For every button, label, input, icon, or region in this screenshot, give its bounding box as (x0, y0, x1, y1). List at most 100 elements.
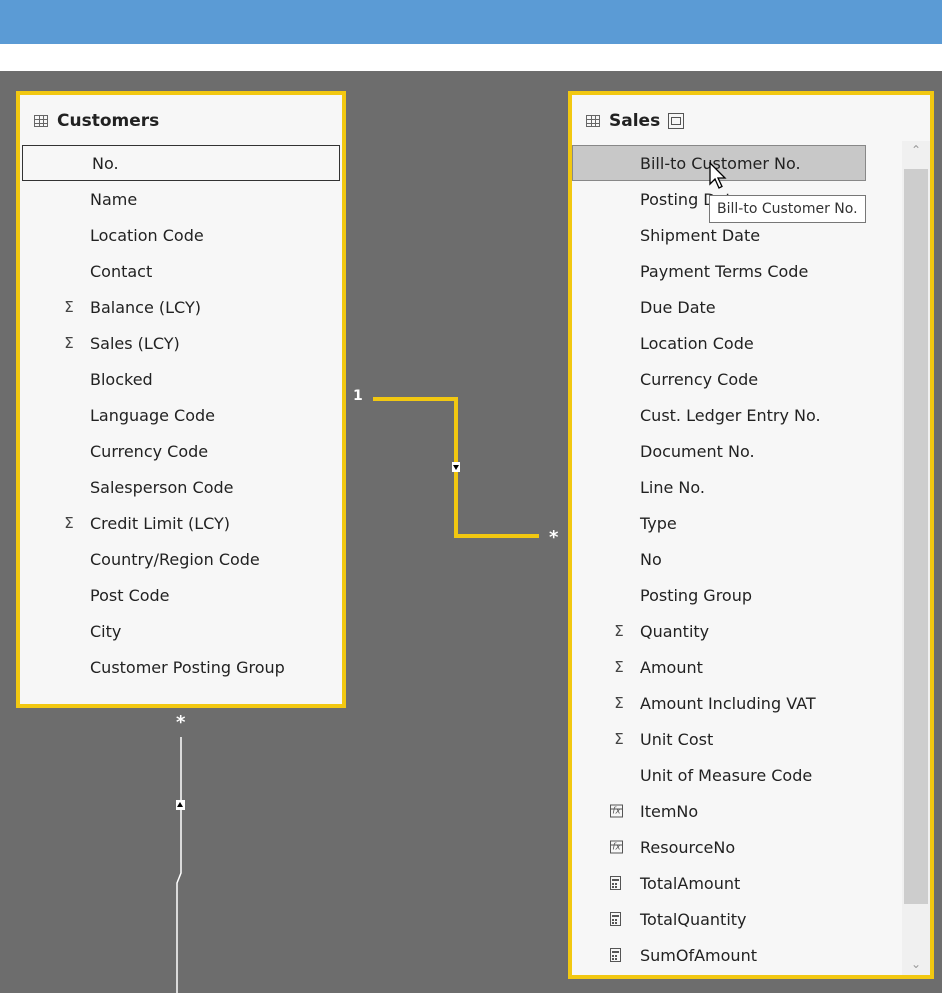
customers-field-row[interactable]: Contact (20, 253, 342, 289)
field-label: City (90, 621, 122, 641)
field-label: Posting Group (640, 585, 753, 605)
ribbon-strip (0, 44, 942, 71)
measure-icon (610, 948, 621, 962)
customers-field-row[interactable]: Σ Balance (LCY) (20, 289, 342, 325)
field-label: Post Code (90, 585, 170, 605)
customers-field-row[interactable]: Currency Code (20, 433, 342, 469)
sigma-icon: Σ (64, 298, 74, 316)
sales-field-row[interactable]: Type (572, 505, 902, 541)
table-icon (34, 115, 48, 127)
field-label: ItemNo (640, 801, 699, 821)
sales-field-row[interactable]: SumOfAmount (572, 937, 902, 973)
sales-field-list: Bill-to Customer No. Posting Date Shipment… (572, 145, 902, 973)
customers-table-title: Customers (57, 111, 160, 131)
field-label: Sales (LCY) (90, 333, 180, 353)
customers-field-row[interactable]: City (20, 613, 342, 649)
calculated-column-icon: fx (610, 804, 623, 818)
sales-field-row[interactable]: fx ResourceNo (572, 829, 902, 865)
relationship-many-label-down: * (176, 712, 186, 733)
field-label: Cust. Ledger Entry No. (640, 405, 821, 425)
field-label: Credit Limit (LCY) (90, 513, 231, 533)
sales-field-row[interactable]: Σ Amount Including VAT (572, 685, 902, 721)
sales-field-row[interactable]: Payment Terms Code (572, 253, 902, 289)
customers-field-list: No. Name Location Code Contact Σ Balance (LCY… (20, 145, 342, 685)
sigma-icon: Σ (64, 334, 74, 352)
table-icon (586, 115, 600, 127)
relationship-one-label: 1 (353, 388, 363, 404)
field-label: TotalQuantity (640, 909, 747, 929)
field-label: Type (640, 513, 677, 533)
sales-field-row[interactable]: fx ItemNo (572, 793, 902, 829)
calculated-column-icon: fx (610, 840, 623, 854)
sales-table-card[interactable]: Sales Bill-to Customer No. Posting Date Sh… (568, 91, 934, 979)
field-label: No. (92, 153, 119, 173)
field-label: Payment Terms Code (640, 261, 809, 281)
customers-field-row[interactable]: Post Code (20, 577, 342, 613)
customers-field-row[interactable]: Language Code (20, 397, 342, 433)
field-label: Blocked (90, 369, 153, 389)
sales-field-row[interactable]: Cust. Ledger Entry No. (572, 397, 902, 433)
field-label: Location Code (90, 225, 204, 245)
collapse-icon[interactable] (668, 113, 685, 129)
customers-field-row[interactable]: No. (22, 145, 340, 181)
measure-icon (610, 912, 621, 926)
field-tooltip: Bill-to Customer No. (709, 195, 866, 223)
field-label: Line No. (640, 477, 705, 497)
field-label: Country/Region Code (90, 549, 260, 569)
customers-field-row[interactable]: Location Code (20, 217, 342, 253)
customers-table-card[interactable]: Customers No. Name Location Code Contact Σ Ba… (16, 91, 346, 708)
scroll-down-arrow-icon[interactable]: ⌄ (902, 957, 930, 971)
sales-field-row[interactable]: Σ Unit Cost (572, 721, 902, 757)
sales-field-row[interactable]: Unit of Measure Code (572, 757, 902, 793)
sales-field-row[interactable]: Σ Amount (572, 649, 902, 685)
sales-field-row[interactable]: Line No. (572, 469, 902, 505)
sales-field-row[interactable]: No (572, 541, 902, 577)
customers-table-header[interactable]: Customers (34, 109, 159, 133)
scroll-up-arrow-icon[interactable]: ⌃ (902, 143, 930, 157)
sales-field-row[interactable]: TotalQuantity (572, 901, 902, 937)
sales-field-row[interactable]: Location Code (572, 325, 902, 361)
field-label: Location Code (640, 333, 754, 353)
relationship-many-label: * (549, 527, 559, 548)
field-label: Unit Cost (640, 729, 714, 749)
customers-field-row[interactable]: Σ Sales (LCY) (20, 325, 342, 361)
sales-field-row[interactable]: Due Date (572, 289, 902, 325)
sales-field-row[interactable]: TotalAmount (572, 865, 902, 901)
field-label: Quantity (640, 621, 710, 641)
sigma-icon: Σ (614, 730, 624, 748)
customers-field-row[interactable]: Blocked (20, 361, 342, 397)
field-label: Customer Posting Group (90, 657, 285, 677)
sales-scrollbar[interactable]: ⌃ ⌄ (902, 141, 930, 975)
customers-field-row[interactable]: Country/Region Code (20, 541, 342, 577)
field-label: SumOfAmount (640, 945, 757, 965)
field-label: Shipment Date (640, 225, 761, 245)
field-label: Salesperson Code (90, 477, 234, 497)
customers-field-row[interactable]: Σ Credit Limit (LCY) (20, 505, 342, 541)
field-label: ResourceNo (640, 837, 736, 857)
field-label: Currency Code (90, 441, 209, 461)
sigma-icon: Σ (614, 658, 624, 676)
field-label: Due Date (640, 297, 716, 317)
field-label: Balance (LCY) (90, 297, 201, 317)
field-label: TotalAmount (640, 873, 741, 893)
sales-table-header[interactable]: Sales (586, 109, 685, 133)
field-label: Currency Code (640, 369, 759, 389)
customers-field-row[interactable]: Name (20, 181, 342, 217)
sales-field-row[interactable]: Σ Quantity (572, 613, 902, 649)
customers-field-row[interactable]: Customer Posting Group (20, 649, 342, 685)
field-label: Language Code (90, 405, 216, 425)
sigma-icon: Σ (614, 622, 624, 640)
mouse-pointer-icon (709, 162, 727, 189)
field-label: Unit of Measure Code (640, 765, 813, 785)
field-label: Amount Including VAT (640, 693, 816, 713)
scroll-thumb[interactable] (904, 169, 928, 904)
sales-field-row[interactable]: Document No. (572, 433, 902, 469)
sales-table-title: Sales (609, 111, 661, 131)
sales-field-row[interactable]: Currency Code (572, 361, 902, 397)
field-label: No (640, 549, 662, 569)
customers-field-row[interactable]: Salesperson Code (20, 469, 342, 505)
sigma-icon: Σ (64, 514, 74, 532)
sales-field-row[interactable]: Posting Group (572, 577, 902, 613)
field-label: Contact (90, 261, 153, 281)
measure-icon (610, 876, 621, 890)
